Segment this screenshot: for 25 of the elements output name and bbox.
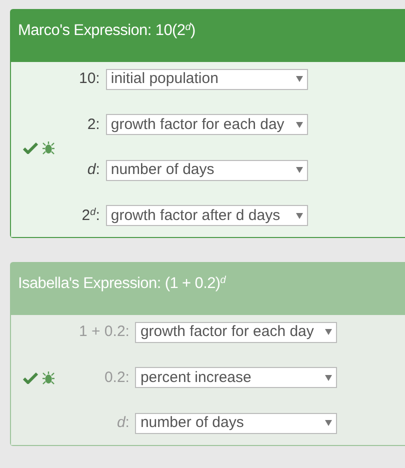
caret-icon — [325, 374, 332, 381]
dropdown[interactable]: growth factor for each day — [135, 322, 338, 343]
caret-icon — [296, 212, 303, 219]
dropdown[interactable]: percent increase — [135, 367, 338, 388]
term-label: d: — [86, 160, 100, 180]
caret-icon — [325, 420, 332, 426]
term-label: 10: — [79, 69, 100, 89]
term-label: 2$^{d}$: — [80, 206, 100, 226]
panel-title: Isabella's Expression: (1 + 0.2)$^{d}$ — [18, 275, 226, 292]
panel-title: Marco's Expression: 10(2$^{d}$) — [18, 22, 196, 39]
bug-icon — [42, 370, 55, 385]
caret-icon — [296, 122, 303, 128]
dropdown[interactable]: growth factor after d days — [106, 205, 308, 226]
term-label: 1 + 0.2: — [79, 322, 130, 342]
dropdown[interactable]: number of days — [135, 412, 338, 434]
term-label: 2: — [86, 114, 100, 134]
dropdown[interactable]: growth factor for each day — [106, 114, 308, 136]
dropdown[interactable]: number of days — [106, 160, 308, 181]
caret-icon — [296, 167, 303, 174]
term-label: 0.2: — [103, 368, 130, 388]
term-label: d: — [116, 413, 130, 433]
bug-icon — [42, 140, 55, 154]
dropdown[interactable]: initial population — [106, 68, 308, 90]
caret-icon — [325, 329, 332, 336]
caret-icon — [296, 76, 303, 82]
